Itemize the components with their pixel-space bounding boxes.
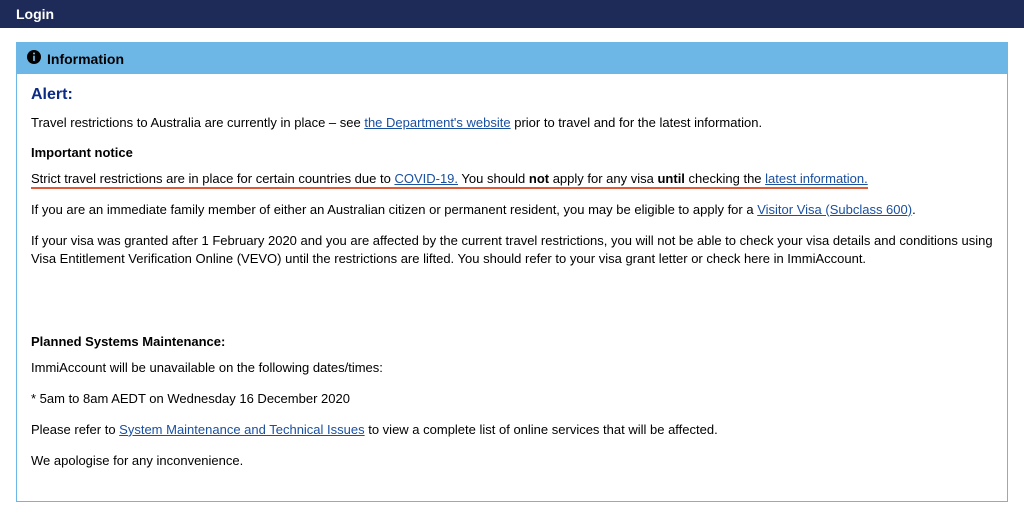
information-header: Information (17, 43, 1007, 74)
text-fragment: prior to travel and for the latest infor… (511, 115, 762, 130)
text-fragment: Please refer to (31, 422, 119, 437)
information-panel: Information Alert: Travel restrictions t… (16, 42, 1008, 502)
text-fragment: You should (458, 171, 529, 186)
maintenance-heading: Planned Systems Maintenance: (31, 334, 993, 349)
strict-restrictions-p: Strict travel restrictions are in place … (31, 170, 993, 189)
system-maintenance-link[interactable]: System Maintenance and Technical Issues (119, 422, 364, 437)
text-fragment: checking the (685, 171, 765, 186)
important-notice-heading: Important notice (31, 145, 993, 160)
maintenance-intro-p: ImmiAccount will be unavailable on the f… (31, 359, 993, 378)
page: Login Information Alert: Travel restrict… (0, 0, 1024, 516)
text-fragment: to view a complete list of online servic… (365, 422, 718, 437)
text-fragment: apply for any visa (549, 171, 657, 186)
visa-granted-p: If your visa was granted after 1 Februar… (31, 232, 993, 270)
page-title: Login (16, 6, 54, 22)
latest-information-link[interactable]: latest information. (765, 171, 868, 186)
maintenance-refer-p: Please refer to System Maintenance and T… (31, 421, 993, 440)
info-icon (27, 50, 41, 67)
text-bold: not (529, 171, 549, 186)
family-member-p: If you are an immediate family member of… (31, 201, 993, 220)
visitor-visa-link[interactable]: Visitor Visa (Subclass 600) (757, 202, 912, 217)
travel-restrictions-p: Travel restrictions to Australia are cur… (31, 114, 993, 133)
apology-p: We apologise for any inconvenience. (31, 452, 993, 471)
department-website-link[interactable]: the Department's website (364, 115, 510, 130)
alert-heading: Alert: (31, 86, 993, 104)
text-fragment: . (912, 202, 916, 217)
information-body: Alert: Travel restrictions to Australia … (17, 74, 1007, 501)
maintenance-schedule-p: * 5am to 8am AEDT on Wednesday 16 Decemb… (31, 390, 993, 409)
highlighted-line: Strict travel restrictions are in place … (31, 171, 868, 189)
covid-link[interactable]: COVID-19. (394, 171, 458, 186)
text-fragment: Strict travel restrictions are in place … (31, 171, 394, 186)
text-fragment: Travel restrictions to Australia are cur… (31, 115, 364, 130)
text-bold: until (657, 171, 684, 186)
text-fragment: If you are an immediate family member of… (31, 202, 757, 217)
information-title: Information (47, 51, 124, 67)
header-bar: Login (0, 0, 1024, 28)
content: Information Alert: Travel restrictions t… (0, 28, 1024, 516)
